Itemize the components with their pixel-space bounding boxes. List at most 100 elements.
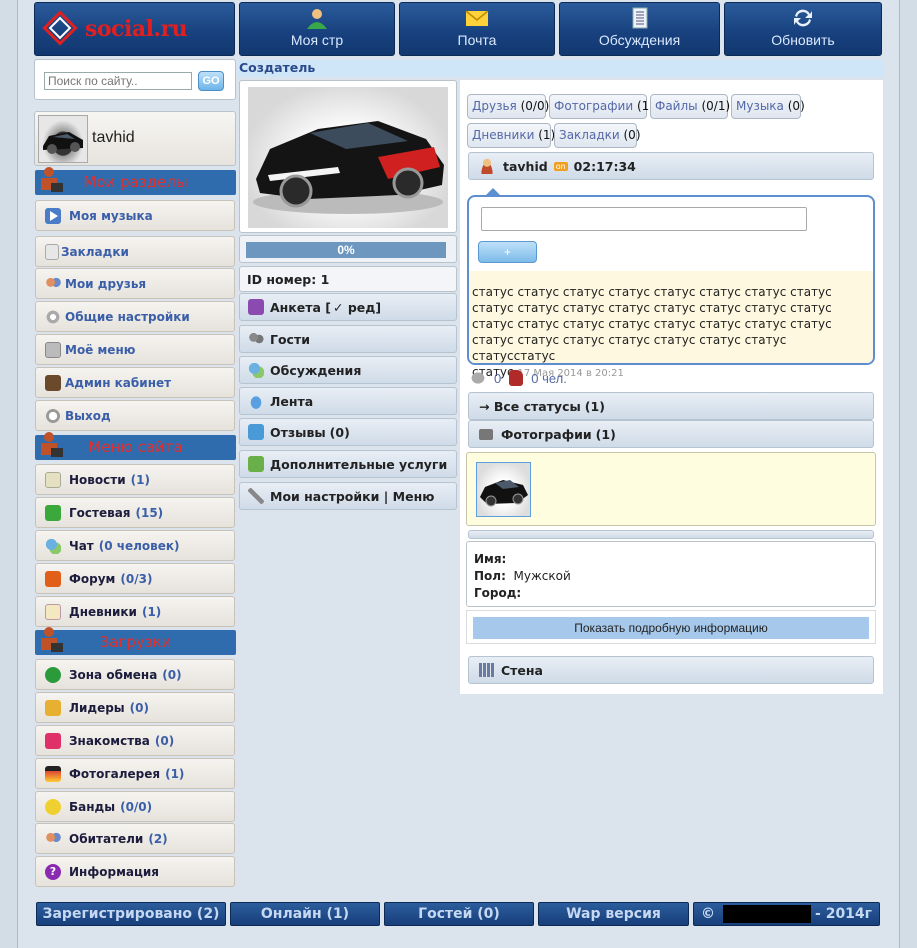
nav-mail[interactable]: Почта <box>399 2 555 56</box>
menu-forum[interactable]: Форум (0/3) <box>35 563 235 594</box>
role-bar: Создатель <box>237 60 883 77</box>
menu-residents[interactable]: Обитатели (2) <box>35 823 235 854</box>
tag-bookmarks[interactable]: Закладки (0) <box>554 123 641 148</box>
mid-discussions[interactable]: Обсуждения <box>239 356 457 384</box>
menu-information[interactable]: ? Информация <box>35 856 235 887</box>
mid-my-settings[interactable]: Мои настройки | Меню <box>239 482 457 510</box>
menu-label: Дополнительные услуги <box>270 456 448 472</box>
menu-label: Обитатели <box>69 831 144 846</box>
photo-thumbnail[interactable] <box>476 462 531 517</box>
tag-label: Фотографии <box>554 99 634 113</box>
menu-my-menu[interactable]: Моё меню <box>35 334 235 365</box>
username[interactable]: tavhid <box>92 129 135 147</box>
footer-online[interactable]: Онлайн (1) <box>230 902 380 926</box>
tag-music[interactable]: Музыка (0) <box>731 94 805 119</box>
section-title: Меню сайта <box>88 438 183 456</box>
tag-friends[interactable]: Друзья (0/0) <box>467 94 549 119</box>
mid-guests[interactable]: Гости <box>239 325 457 353</box>
status-line: статус статус статус статус статус стату… <box>472 285 832 299</box>
mid-feed[interactable]: Лента <box>239 387 457 415</box>
user-card[interactable]: tavhid <box>34 111 236 166</box>
nav-discussions[interactable]: Обсуждения <box>559 2 720 56</box>
anketa-label: Анкета [ <box>270 299 332 315</box>
menu-label: Мои настройки | Меню <box>270 488 435 504</box>
all-statuses-link[interactable]: → Все статусы (1) <box>468 392 874 420</box>
photos-panel <box>466 452 876 526</box>
anketa-edit-link[interactable]: ✓ ред] <box>333 300 381 315</box>
car-image <box>253 121 444 214</box>
menu-photogallery[interactable]: Фотогалерея (1) <box>35 758 235 789</box>
like-count[interactable]: 0 чел. <box>531 371 567 386</box>
footer-guests[interactable]: Гостей (0) <box>384 902 534 926</box>
all-statuses-label: → Все статусы <box>479 398 581 414</box>
menu-my-friends[interactable]: Мои друзья <box>35 268 235 299</box>
gear-icon <box>45 308 61 325</box>
section-title: Мои разделы <box>83 173 188 191</box>
profile-anketa[interactable]: Анкета [ ✓ ред] <box>239 293 457 321</box>
menu-admin-cabinet[interactable]: Админ кабинет <box>35 367 235 398</box>
person-pc-icon <box>41 432 63 457</box>
refresh-icon <box>794 9 812 27</box>
tag-files[interactable]: Файлы (0/1) <box>650 94 731 119</box>
status-time: 02:17:34 <box>573 158 636 174</box>
tag-label: Закладки <box>559 128 620 142</box>
nav-my-page[interactable]: Моя стр <box>239 2 395 56</box>
info-divider <box>468 530 874 539</box>
menu-leaders[interactable]: Лидеры (0) <box>35 692 235 723</box>
menu-count: (15) <box>135 505 164 520</box>
exchange-icon <box>45 666 61 683</box>
tag-photos[interactable]: Фотографии (1) <box>549 94 654 119</box>
mid-extra-services[interactable]: Дополнительные услуги <box>239 450 457 478</box>
photos-header[interactable]: Фотографии (1) <box>468 420 874 448</box>
wall-header[interactable]: Стена <box>468 656 874 684</box>
menu-bookmarks[interactable]: Закладки <box>35 236 235 267</box>
profile-photo[interactable] <box>248 87 448 228</box>
document-icon <box>632 7 647 29</box>
menu-label: Моя музыка <box>69 208 153 223</box>
role-title: Создатель <box>239 60 316 75</box>
user-icon <box>479 158 495 174</box>
menu-diaries[interactable]: Дневники (1) <box>35 596 235 627</box>
show-more-info-button[interactable]: Показать подробную информацию <box>473 617 869 639</box>
nav-refresh[interactable]: Обновить <box>724 2 882 56</box>
menu-my-music[interactable]: Моя музыка <box>35 200 235 231</box>
site-logo[interactable]: social.ru <box>34 2 235 56</box>
status-input[interactable] <box>481 207 807 231</box>
mid-reviews[interactable]: Отзывы (0) <box>239 418 457 446</box>
power-icon <box>45 407 61 424</box>
tag-diaries[interactable]: Дневники (1) <box>467 123 555 148</box>
menu-logout[interactable]: Выход <box>35 400 235 431</box>
comment-icon[interactable] <box>470 371 486 385</box>
tag-count: (0/1) <box>701 99 731 113</box>
menu-gangs[interactable]: Банды (0/0) <box>35 791 235 822</box>
footer-registered[interactable]: Зарегистрировано (2) <box>36 902 226 926</box>
footer-copyright: © - 2014г <box>693 902 880 926</box>
avatar[interactable] <box>38 115 88 163</box>
menu-label: Моё меню <box>65 342 136 357</box>
menu-count: (0/0) <box>120 799 153 814</box>
menu-count: (0) <box>329 424 350 440</box>
status-line: статус статус статус статус статус стату… <box>472 317 832 331</box>
menu-exchange-zone[interactable]: Зона обмена (0) <box>35 659 235 690</box>
menu-general-settings[interactable]: Общие настройки <box>35 301 235 332</box>
comment-count[interactable]: 0 <box>494 371 501 386</box>
status-text-area: статус статус статус статус статус стату… <box>469 271 873 379</box>
section-my: Мои разделы <box>35 167 236 195</box>
status-submit-button[interactable]: + <box>478 241 537 263</box>
menu-news[interactable]: Новости (1) <box>35 464 235 495</box>
search-input[interactable] <box>44 72 192 90</box>
menu-count: (0) <box>129 700 149 715</box>
menu-label: Зона обмена <box>69 667 158 682</box>
menu-guestbook[interactable]: Гостевая (15) <box>35 497 235 528</box>
name-label: Имя: <box>474 552 507 566</box>
search-go-button[interactable]: GO <box>198 71 224 91</box>
thumb-up-icon[interactable] <box>509 370 524 386</box>
footer-wap[interactable]: Wap версия <box>538 902 689 926</box>
menu-dating[interactable]: Знакомства (0) <box>35 725 235 756</box>
status-username[interactable]: tavhid <box>503 159 548 174</box>
menu-label: Новости <box>69 472 126 487</box>
menu-chat[interactable]: Чат (0 человек) <box>35 530 235 561</box>
tag-count: (0) <box>623 128 641 142</box>
progress-label: 0% <box>337 243 355 257</box>
diary-icon <box>45 603 61 620</box>
